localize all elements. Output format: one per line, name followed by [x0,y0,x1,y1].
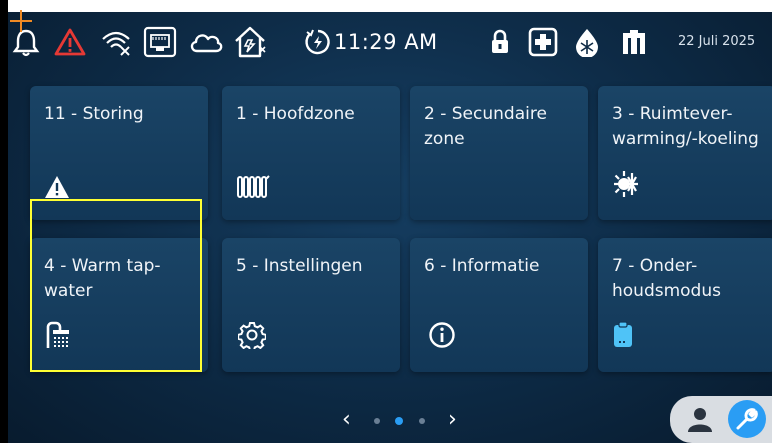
tile-informatie[interactable]: 6 - Informatie [410,238,588,372]
current-date: 22 Juli 2025 [678,34,756,49]
screen-edge [0,0,8,443]
tile-onderhoudsmodus[interactable]: 7 - Onder-houdsmodus [598,238,772,372]
warning-icon [44,175,70,204]
crosshair-icon [10,10,32,32]
prev-page-button[interactable]: ‹ [342,407,351,432]
heat-cool-icon [612,169,646,204]
tile-warm-tapwater[interactable]: 4 - Warm tap-water [30,238,208,372]
tile-secundaire-zone[interactable]: 2 - Secundaire zone [410,86,588,220]
radiator-icon [236,171,270,204]
tile-instellingen[interactable]: 5 - Instellingen [222,238,400,372]
gear-icon [237,321,267,354]
page-dot-1[interactable] [374,418,380,424]
tile-storing[interactable]: 11 - Storing [30,86,208,220]
antifreeze-icon[interactable] [573,25,601,59]
boost-timer-icon[interactable] [304,25,332,59]
tile-label: 7 - Onder-houdsmodus [612,256,721,301]
next-page-button[interactable]: › [448,407,457,432]
user-icon[interactable] [686,405,714,438]
cloud-icon[interactable] [188,25,224,59]
tile-label: 3 - Ruimtever-warming/-koeling [612,104,759,149]
smart-home-icon[interactable] [232,25,268,59]
medical-cross-icon[interactable] [528,25,558,59]
tile-ruimteverwarming[interactable]: 3 - Ruimtever-warming/-koeling [598,86,772,220]
shower-icon [44,321,72,354]
user-service-panel [670,396,772,443]
tile-hoofdzone[interactable]: 1 - Hoofdzone [222,86,400,220]
alarm-warning-icon[interactable] [54,25,86,59]
tile-label: 1 - Hoofdzone [236,104,355,124]
tile-label: 5 - Instellingen [236,256,363,276]
thermostat-screen: 11:29 AM 22 Juli 2025 11 - Storing 1 - H… [8,12,772,443]
wifi-disconnected-icon[interactable] [100,25,132,59]
tile-label: 2 - Secundaire zone [424,104,547,149]
clipboard-icon [612,321,634,354]
wrench-icon[interactable] [728,400,766,438]
tile-label: 4 - Warm tap-water [44,256,161,301]
clock-time: 11:29 AM [334,30,438,54]
status-bar: 11:29 AM 22 Juli 2025 [8,12,772,72]
info-icon [428,321,456,354]
ethernet-icon[interactable] [143,25,177,59]
page-dot-2[interactable] [395,417,403,425]
tile-label: 6 - Informatie [424,256,540,276]
building-icon[interactable] [620,25,648,59]
page-indicator: ‹ › [338,407,468,433]
tile-label: 11 - Storing [44,104,144,124]
page-dot-3[interactable] [419,418,425,424]
lock-icon[interactable] [489,25,511,59]
